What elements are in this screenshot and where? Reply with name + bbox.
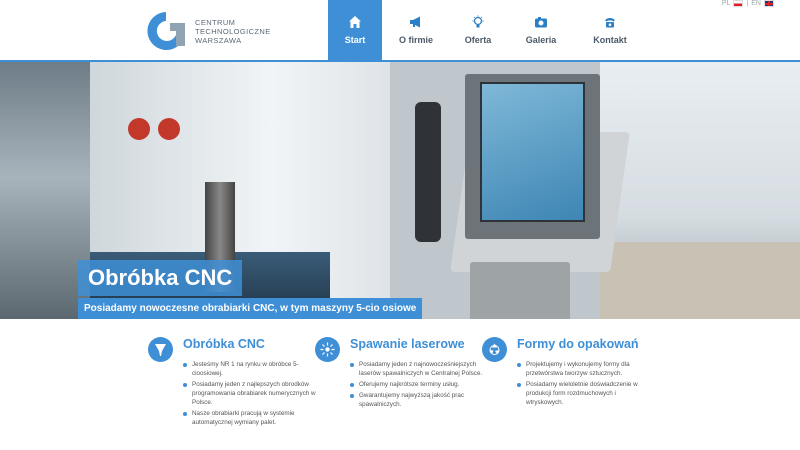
uk-flag-icon[interactable] xyxy=(764,0,774,7)
hero-image-red-light xyxy=(128,118,150,140)
logo[interactable]: CENTRUM TECHNOLOGICZNE WARSZAWA xyxy=(143,8,283,54)
language-switcher: PL | EN xyxy=(722,0,774,7)
list-item: Jesteśmy NR 1 na rynku w obróbce 5-cioos… xyxy=(183,360,318,378)
nav-item-start[interactable]: Start xyxy=(328,0,382,60)
main-nav: Start O firmie Oferta Galeria Kontakt xyxy=(328,0,644,60)
nav-label: Galeria xyxy=(525,35,557,45)
feature-list: Jesteśmy NR 1 na rynku w obróbce 5-cioos… xyxy=(183,360,318,429)
logo-text: CENTRUM TECHNOLOGICZNE WARSZAWA xyxy=(195,18,271,45)
list-item: Oferujemy najkrótsze terminy usług. xyxy=(350,380,485,389)
laser-icon xyxy=(315,337,340,362)
hero-image-pendant xyxy=(415,102,441,242)
feature-title[interactable]: Spawanie laserowe xyxy=(350,337,465,351)
recycle-icon xyxy=(482,337,507,362)
hero-image-floor xyxy=(600,242,800,319)
list-item: Posiadamy wieloletnie doświadczenie w pr… xyxy=(517,380,652,407)
mill-icon xyxy=(148,337,173,362)
nav-item-kontakt[interactable]: Kontakt xyxy=(576,0,644,60)
phone-icon xyxy=(602,15,618,29)
nav-item-o-firmie[interactable]: O firmie xyxy=(382,0,450,60)
list-item: Nasze obrabiarki pracują w systemie auto… xyxy=(183,409,318,427)
lang-pl-label[interactable]: PL xyxy=(722,0,731,7)
megaphone-icon xyxy=(408,15,424,29)
home-icon xyxy=(347,15,363,29)
hero-image-screen xyxy=(480,82,585,222)
list-item: Posiadamy jeden z najlepszych obrodków p… xyxy=(183,380,318,407)
lang-en-label[interactable]: EN xyxy=(751,0,761,7)
logo-mark-icon xyxy=(147,12,185,50)
list-item: Projektujemy i wykonujemy formy dla prze… xyxy=(517,360,652,378)
hero-slider: Obróbka CNC Posiadamy nowoczesne obrabia… xyxy=(0,62,800,319)
nav-label: O firmie xyxy=(398,35,433,45)
logo-line-2: TECHNOLOGICZNE xyxy=(195,26,271,36)
hero-title: Obróbka CNC xyxy=(78,260,243,296)
hero-image-keypad xyxy=(470,262,570,319)
poland-flag-icon[interactable] xyxy=(733,0,744,7)
features-section: Obróbka CNC Jesteśmy NR 1 na rynku w obr… xyxy=(0,319,800,450)
list-item: Gwarantujemy najwyższą jakość prac spawa… xyxy=(350,391,485,409)
lightbulb-icon xyxy=(470,15,486,29)
logo-line-3: WARSZAWA xyxy=(195,35,242,45)
nav-item-galeria[interactable]: Galeria xyxy=(506,0,576,60)
feature-list: Projektujemy i wykonujemy formy dla prze… xyxy=(517,360,652,409)
feature-title[interactable]: Obróbka CNC xyxy=(183,337,265,351)
hero-subtitle: Posiadamy nowoczesne obrabiarki CNC, w t… xyxy=(78,298,423,319)
feature-title[interactable]: Formy do opakowań xyxy=(517,337,639,351)
logo-line-1: CENTRUM xyxy=(195,17,236,27)
hero-image-red-light xyxy=(158,118,180,140)
nav-label: Kontakt xyxy=(593,35,627,45)
divider: | xyxy=(746,0,749,7)
nav-item-oferta[interactable]: Oferta xyxy=(450,0,506,60)
site-header: CENTRUM TECHNOLOGICZNE WARSZAWA Start O … xyxy=(0,0,800,60)
camera-icon xyxy=(533,15,549,29)
feature-list: Posiadamy jeden z najnowocześniejszych l… xyxy=(350,360,485,411)
nav-label: Start xyxy=(344,35,366,45)
nav-label: Oferta xyxy=(464,35,492,45)
list-item: Posiadamy jeden z najnowocześniejszych l… xyxy=(350,360,485,378)
